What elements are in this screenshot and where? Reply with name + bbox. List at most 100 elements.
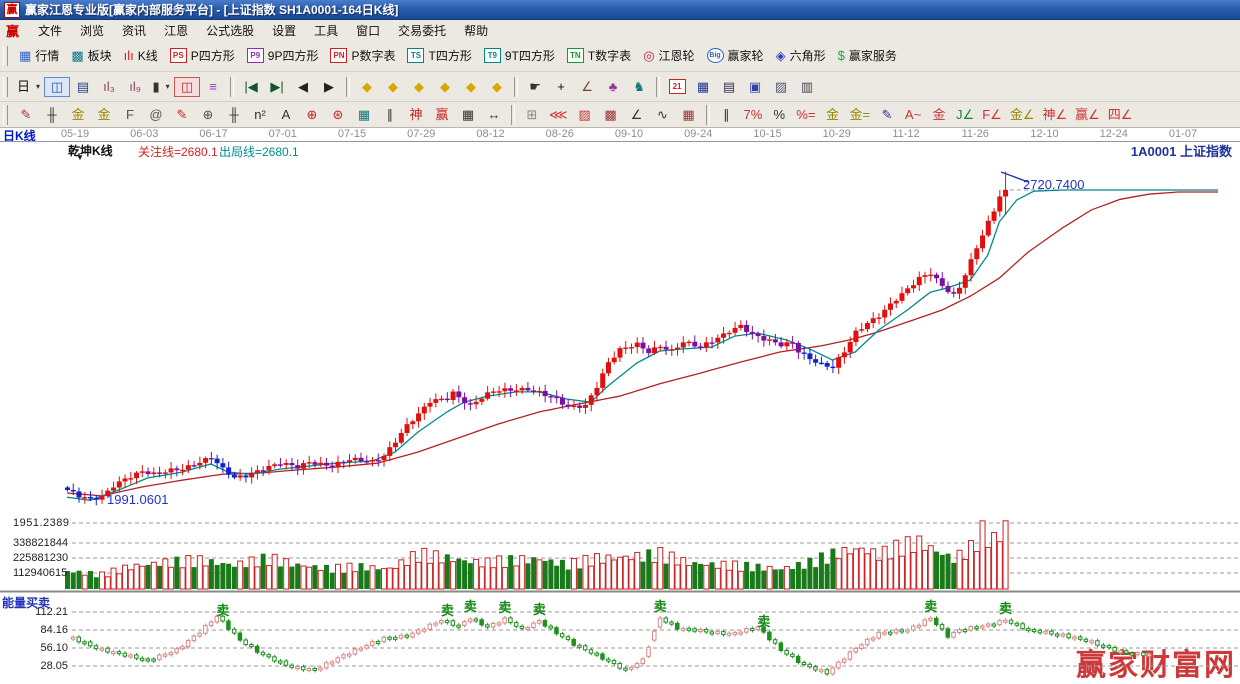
menu-browse[interactable]: 浏览 <box>71 21 113 40</box>
t-square-button[interactable]: TST四方形 <box>401 44 477 67</box>
n2-tool[interactable]: n² <box>247 105 273 125</box>
rect-handle-tool[interactable]: ⊞ <box>519 105 545 125</box>
ying-angle-tool[interactable]: 赢∠ <box>1071 105 1104 125</box>
gold-square-tool[interactable]: 金 <box>65 105 91 125</box>
gold-line-tool[interactable]: 金= <box>845 105 874 125</box>
f-angle-tool[interactable]: F∠ <box>978 105 1006 125</box>
p-table-button[interactable]: PNP数字表 <box>324 44 401 67</box>
gold-coin-tool[interactable]: 金 <box>819 105 845 125</box>
info-note-button[interactable]: ▤ <box>70 77 96 97</box>
memo-button[interactable]: ▤ <box>716 77 742 97</box>
pen2-tool[interactable]: ✎ <box>169 105 195 125</box>
menu-formula-pick[interactable]: 公式选股 <box>197 21 263 40</box>
mirror-tool[interactable]: A <box>273 105 299 125</box>
span-tool[interactable]: ↔ <box>481 105 507 125</box>
menu-tools[interactable]: 工具 <box>305 21 347 40</box>
qiankun-marker-button[interactable]: ◫ <box>174 77 200 97</box>
chart-region[interactable]: 日K线 05-1906-0306-1707-0107-1507-2908-120… <box>0 128 1240 684</box>
menu-gann[interactable]: 江恩 <box>155 21 197 40</box>
calculator-button[interactable]: ▦ <box>690 77 716 97</box>
grid-web-tool[interactable]: ▦ <box>351 105 377 125</box>
print-button[interactable]: ▥ <box>794 77 820 97</box>
qiankun-caret-icon[interactable]: ▼ <box>76 153 84 162</box>
gann-compress-button[interactable]: ◆ <box>484 77 510 97</box>
menu-file[interactable]: 文件 <box>29 21 71 40</box>
ruler123-tool[interactable]: ▦ <box>455 105 481 125</box>
gold-square2-tool[interactable]: 金 <box>91 105 117 125</box>
gann-shift-right-button[interactable]: ◆ <box>380 77 406 97</box>
chart9-button[interactable]: ıl₉ <box>122 77 148 97</box>
menu-window[interactable]: 窗口 <box>347 21 389 40</box>
wave-tool[interactable]: ∿ <box>650 105 676 125</box>
gann-4way-button[interactable]: ◆ <box>432 77 458 97</box>
save-button[interactable]: ▣ <box>742 77 768 97</box>
angle-line-tool[interactable]: ∠ <box>624 105 650 125</box>
crosshair-button[interactable]: + <box>548 77 574 97</box>
gann-circle-tool[interactable]: ⊕ <box>299 105 325 125</box>
shen-tool[interactable]: 神 <box>403 105 429 125</box>
sectors-button[interactable]: ▩板块 <box>65 44 117 67</box>
gann-shift-left-button[interactable]: ◆ <box>354 77 380 97</box>
shen-angle-tool[interactable]: 神∠ <box>1038 105 1071 125</box>
circle3-tool[interactable]: ⊕ <box>195 105 221 125</box>
toolbar-grip[interactable] <box>3 46 8 66</box>
quotes-button[interactable]: ▦行情 <box>13 44 65 67</box>
grid-tick-tool[interactable]: ╫ <box>39 105 65 125</box>
winner-service-button[interactable]: $赢家服务 <box>832 44 903 67</box>
menu-trade[interactable]: 交易委托 <box>389 21 455 40</box>
t9-square-button[interactable]: T99T四方形 <box>478 44 561 67</box>
p-square-button[interactable]: PSP四方形 <box>164 44 241 67</box>
last-page-button[interactable]: ▶| <box>264 77 290 97</box>
parallel-tool[interactable]: ∥ <box>377 105 403 125</box>
a-wave-tool[interactable]: A~ <box>900 105 926 125</box>
prev-button[interactable]: ◀ <box>290 77 316 97</box>
gann-wheel-button[interactable]: ◎江恩轮 <box>637 44 700 67</box>
next-button[interactable]: ▶ <box>316 77 342 97</box>
chart3-button[interactable]: ıl₃ <box>96 77 122 97</box>
hexagon-button[interactable]: ◈六角形 <box>770 44 832 67</box>
capture-button[interactable]: ▨ <box>768 77 794 97</box>
j-angle-tool[interactable]: J∠ <box>952 105 978 125</box>
angle-measure-button[interactable]: ∠ <box>574 77 600 97</box>
calendar-button[interactable]: 21 <box>664 76 690 97</box>
menu-help[interactable]: 帮助 <box>455 21 497 40</box>
menu-settings[interactable]: 设置 <box>263 21 305 40</box>
volume-profile-button[interactable]: ≡ <box>200 77 226 97</box>
si-angle-tool[interactable]: 四∠ <box>1104 105 1137 125</box>
grid-red-tool[interactable]: ▦ <box>676 105 702 125</box>
volume-ladder-tool[interactable]: ∥ <box>714 105 740 125</box>
gann-flower-button[interactable]: ♣ <box>600 77 626 97</box>
price-volume-chart[interactable]: 卖卖卖卖卖卖卖卖卖 <box>0 141 1240 684</box>
first-page-button[interactable]: |◀ <box>238 77 264 97</box>
web-tool[interactable]: ⊛ <box>325 105 351 125</box>
candle-style-dropdown[interactable]: ▮▾ <box>148 77 174 97</box>
toolbar-grip[interactable] <box>3 105 8 125</box>
pen-tool[interactable]: ✎ <box>13 105 39 125</box>
toolbar-grip[interactable] <box>3 77 8 97</box>
gann-diagonal-button[interactable]: ◆ <box>458 77 484 97</box>
percent-tool[interactable]: % <box>766 105 792 125</box>
gold-angle-tool[interactable]: 金∠ <box>1006 105 1039 125</box>
menu-news[interactable]: 资讯 <box>113 21 155 40</box>
p9-square-button[interactable]: P99P四方形 <box>241 44 325 67</box>
percent-line-tool[interactable]: %= <box>792 105 819 125</box>
fib-tool[interactable]: F <box>117 105 143 125</box>
drag-hand-button[interactable]: ☛ <box>522 77 548 97</box>
winner-wheel-button[interactable]: Big赢家轮 <box>701 44 770 67</box>
fan-lines-tool[interactable]: ⋘ <box>545 105 572 125</box>
ying-tool[interactable]: 赢 <box>429 105 455 125</box>
kline-button[interactable]: ılıK线 <box>118 44 164 67</box>
flag-pen-tool[interactable]: ✎ <box>874 105 900 125</box>
gold-red-tool[interactable]: 金 <box>926 105 952 125</box>
box-diag-tool[interactable]: ▨ <box>572 105 598 125</box>
gann-expand-h-button[interactable]: ◆ <box>406 77 432 97</box>
t-table-button[interactable]: TNT数字表 <box>561 44 637 67</box>
qiankun-pattern-button[interactable]: ◫ <box>44 77 70 97</box>
qiankun-indicator-label[interactable]: 乾坤K线 <box>68 142 113 159</box>
box-fill-tool[interactable]: ▩ <box>598 105 624 125</box>
ruler-tool[interactable]: ╫ <box>221 105 247 125</box>
spiral-tool[interactable]: @ <box>143 105 169 125</box>
period-dropdown[interactable]: 日▾ <box>13 77 44 97</box>
percent7-tool[interactable]: 7% <box>740 105 767 125</box>
fractal-button[interactable]: ♞ <box>626 77 652 97</box>
